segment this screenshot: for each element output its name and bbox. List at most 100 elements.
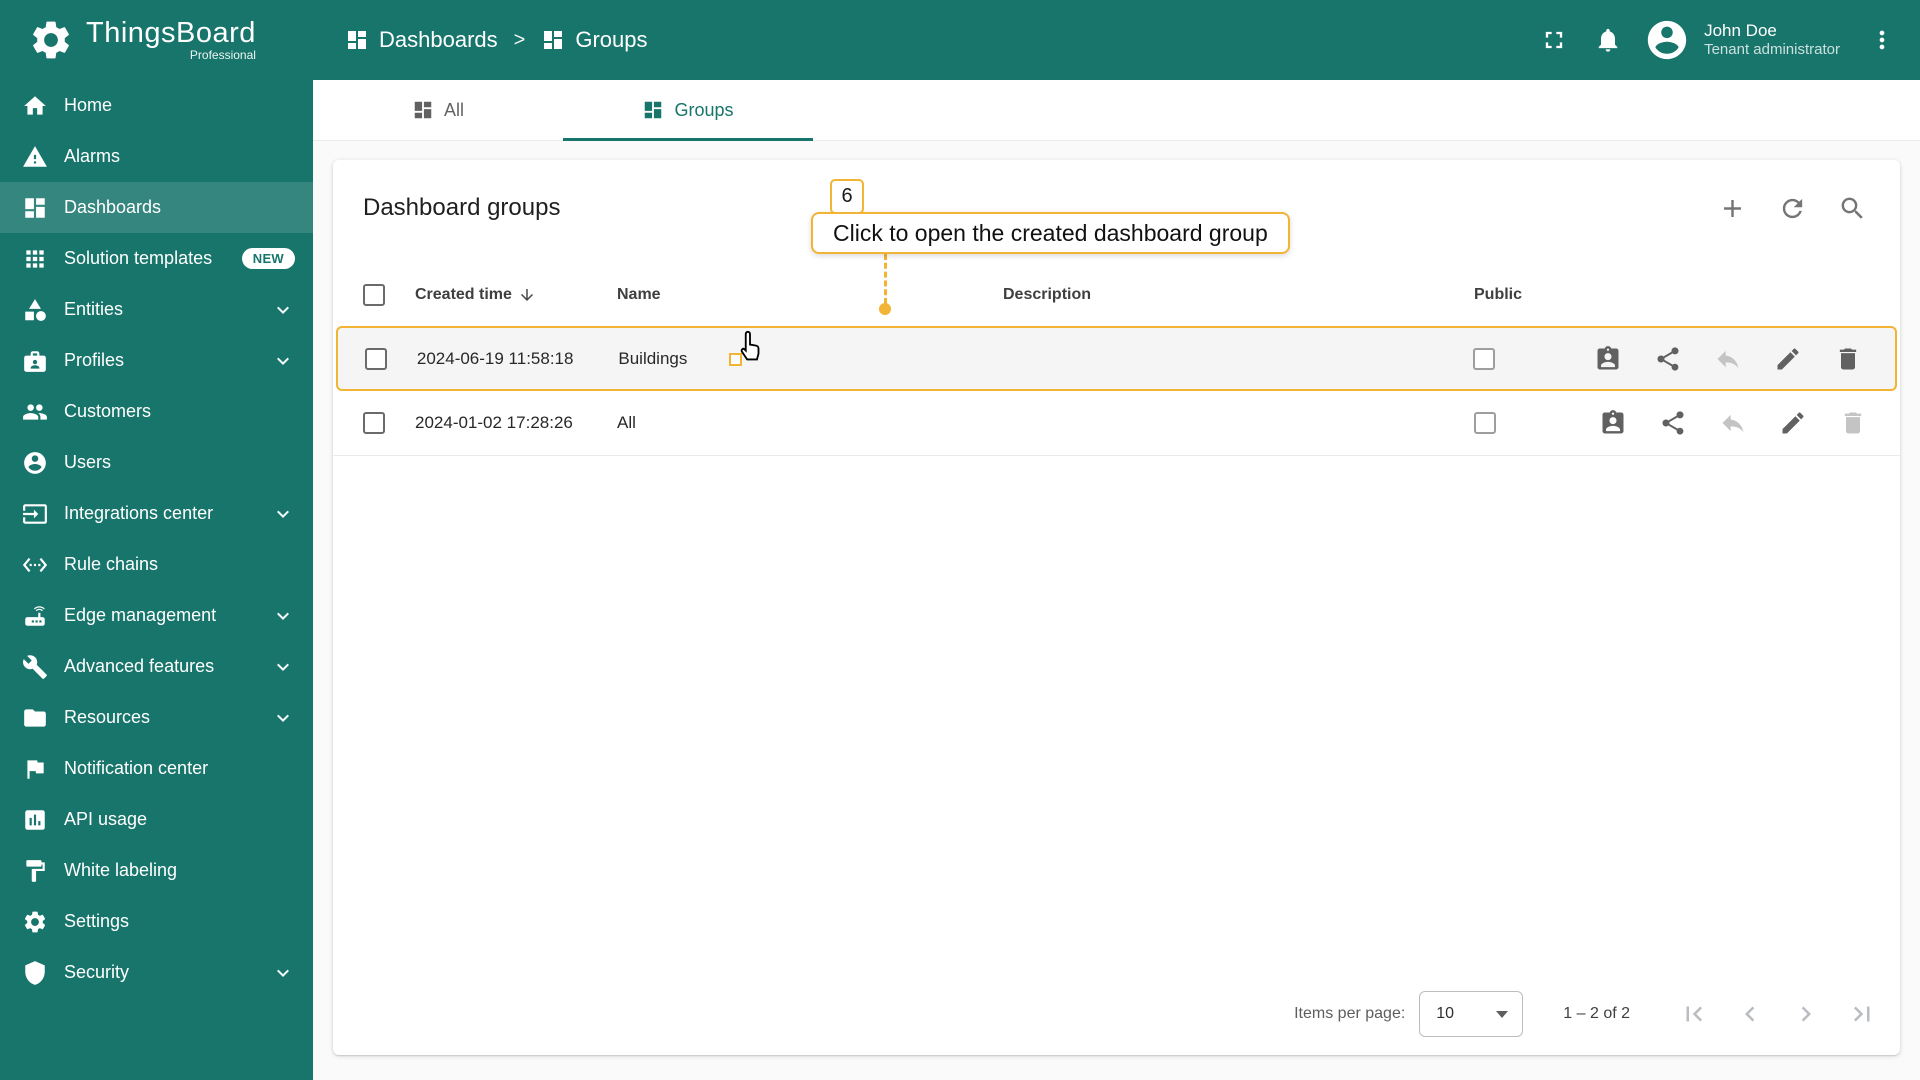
chevron-down-icon (271, 298, 295, 322)
cell-created-time: 2024-06-19 11:58:18 (416, 348, 574, 368)
top-header: ThingsBoard Professional Dashboards > Gr… (0, 0, 1920, 80)
column-header-public[interactable]: Public (1474, 286, 1594, 304)
entities-icon (22, 297, 48, 323)
fullscreen-icon (1540, 26, 1568, 54)
sidebar-item-home[interactable]: Home (0, 80, 313, 131)
sidebar-item-advanced-features[interactable]: Advanced features (0, 641, 313, 692)
edit-icon (1779, 409, 1807, 437)
row-checkbox[interactable] (363, 412, 385, 434)
breadcrumb-dashboards[interactable]: Dashboards (345, 27, 498, 53)
column-header-description[interactable]: Description (1003, 286, 1474, 304)
add-button[interactable] (1710, 186, 1754, 230)
sidebar-item-label: Home (64, 95, 113, 115)
avatar[interactable] (1644, 17, 1690, 63)
table-row-all[interactable]: 2024-01-02 17:28:26 All (333, 391, 1900, 456)
sidebar-item-rule-chains[interactable]: Rule chains (0, 539, 313, 590)
sidebar-item-alarms[interactable]: Alarms (0, 131, 313, 182)
make-private-button[interactable] (1718, 408, 1748, 438)
integrations-icon (22, 501, 48, 527)
sidebar-item-customers[interactable]: Customers (0, 386, 313, 437)
breadcrumb-groups[interactable]: Groups (541, 27, 647, 53)
chevron-right-icon (1791, 999, 1821, 1029)
sidebar-item-dashboards[interactable]: Dashboards (0, 182, 313, 233)
manage-users-button[interactable] (1598, 408, 1628, 438)
sidebar-item-integrations-center[interactable]: Integrations center (0, 488, 313, 539)
sidebar-item-resources[interactable]: Resources (0, 692, 313, 743)
manage-users-button[interactable] (1593, 344, 1623, 374)
sidebar-item-entities[interactable]: Entities (0, 284, 313, 335)
dashboards-icon (541, 28, 565, 52)
dashboards-icon (345, 28, 369, 52)
public-checkbox[interactable] (1474, 412, 1496, 434)
tab-label: All (443, 99, 464, 120)
select-all-checkbox[interactable] (363, 284, 385, 306)
sidebar-item-label: Rule chains (64, 554, 159, 574)
column-header-name[interactable]: Name (617, 286, 1003, 304)
chevron-down-icon (271, 604, 295, 628)
table-header-row: Created time Name Description Public (333, 264, 1900, 326)
search-button[interactable] (1830, 186, 1874, 230)
rule-chains-icon (22, 552, 48, 578)
tab-all[interactable]: All (313, 80, 563, 140)
column-header-created-time[interactable]: Created time (415, 286, 617, 304)
api-usage-icon (22, 807, 48, 833)
delete-button[interactable] (1833, 344, 1863, 374)
edit-button[interactable] (1778, 408, 1808, 438)
sidebar-item-edge-management[interactable]: Edge management (0, 590, 313, 641)
row-checkbox[interactable] (365, 347, 387, 370)
sidebar-item-users[interactable]: Users (0, 437, 313, 488)
tab-label: Groups (674, 99, 734, 120)
tabs-bar: All Groups (313, 80, 1920, 141)
app-logo[interactable]: ThingsBoard Professional (0, 17, 313, 63)
refresh-button[interactable] (1770, 186, 1814, 230)
sidebar-item-label: Settings (64, 911, 130, 931)
sidebar-item-api-usage[interactable]: API usage (0, 794, 313, 845)
sidebar-item-solution-templates[interactable]: Solution templates NEW (0, 233, 313, 284)
edit-button[interactable] (1773, 344, 1803, 374)
chevron-down-icon (271, 349, 295, 373)
chevron-down-icon (271, 961, 295, 985)
sidebar-item-label: Entities (64, 299, 124, 319)
settings-icon (22, 909, 48, 935)
share-icon (1659, 409, 1687, 437)
make-private-button[interactable] (1713, 344, 1743, 374)
card-title: Dashboard groups (363, 194, 561, 221)
fullscreen-button[interactable] (1530, 16, 1578, 64)
share-button[interactable] (1658, 408, 1688, 438)
header-actions: John Doe Tenant administrator (1530, 16, 1920, 64)
sidebar-item-security[interactable]: Security (0, 947, 313, 998)
sidebar-item-profiles[interactable]: Profiles (0, 335, 313, 386)
page-size-select[interactable]: 10 (1419, 991, 1524, 1037)
customers-icon (22, 399, 48, 425)
sidebar-item-label: Alarms (64, 146, 121, 166)
tutorial-pointer-dot (879, 303, 891, 315)
cell-created-time: 2024-01-02 17:28:26 (415, 413, 573, 432)
account-circle-icon (1644, 17, 1690, 63)
table-body: 2024-06-19 11:58:18 Buildings 2024-01-02… (333, 326, 1900, 456)
profiles-icon (22, 348, 48, 374)
notifications-button[interactable] (1584, 16, 1632, 64)
last-page-button[interactable] (1834, 986, 1890, 1042)
page-range-label: 1 – 2 of 2 (1563, 1005, 1630, 1022)
sidebar-item-label: Users (64, 452, 112, 472)
dashboard-groups-card: Dashboard groups Created time Name Descr… (333, 160, 1900, 1055)
column-label: Created time (415, 286, 512, 303)
more-menu-button[interactable] (1858, 16, 1906, 64)
next-page-button[interactable] (1778, 986, 1834, 1042)
sidebar-item-settings[interactable]: Settings (0, 896, 313, 947)
table-row-buildings[interactable]: 2024-06-19 11:58:18 Buildings (336, 326, 1897, 391)
previous-page-button[interactable] (1722, 986, 1778, 1042)
advanced-icon (22, 654, 48, 680)
sidebar-item-label: Integrations center (64, 503, 214, 523)
public-checkbox[interactable] (1473, 347, 1496, 370)
sidebar-item-notification-center[interactable]: Notification center (0, 743, 313, 794)
first-page-button[interactable] (1666, 986, 1722, 1042)
white-labeling-icon (22, 858, 48, 884)
delete-button[interactable] (1838, 408, 1868, 438)
sort-desc-icon (518, 286, 536, 304)
tab-groups[interactable]: Groups (563, 80, 813, 141)
sidebar-item-white-labeling[interactable]: White labeling (0, 845, 313, 896)
sidebar-item-label: Resources (64, 707, 151, 727)
share-button[interactable] (1653, 344, 1683, 374)
breadcrumb-label: Groups (575, 27, 648, 52)
